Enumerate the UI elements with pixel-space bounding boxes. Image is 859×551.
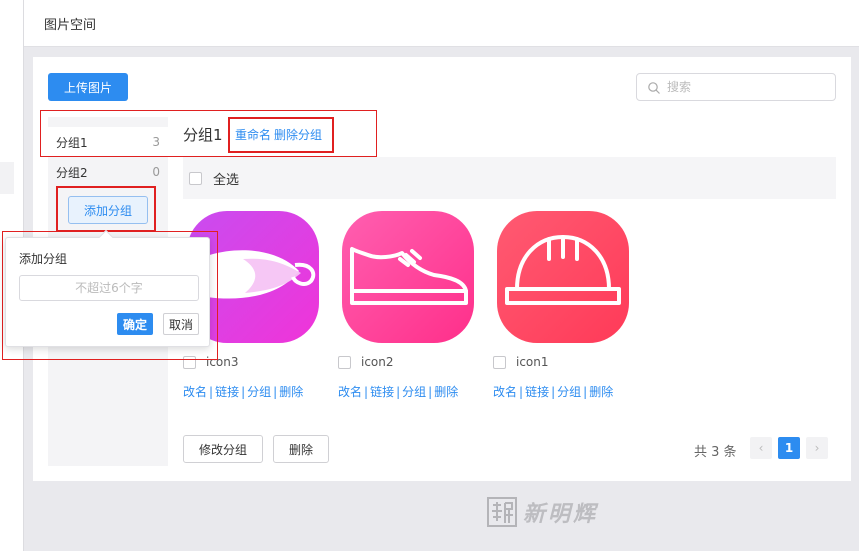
- image-name: icon3: [206, 355, 239, 369]
- hard-hat-icon[interactable]: [493, 207, 633, 347]
- modify-group-button[interactable]: 修改分组: [183, 435, 263, 463]
- search-input[interactable]: [667, 78, 827, 96]
- group-name: 分组1: [56, 135, 88, 150]
- delete-image-link[interactable]: 删除: [279, 385, 303, 399]
- image-name: icon1: [516, 355, 549, 369]
- delete-image-link[interactable]: 删除: [589, 385, 613, 399]
- image-checkbox[interactable]: [338, 355, 351, 369]
- current-group-title: 分组1: [183, 126, 223, 144]
- seal-icon: [487, 497, 517, 527]
- group-count: 0: [152, 165, 160, 179]
- copy-link-link[interactable]: 链接: [215, 385, 239, 399]
- rename-group-link[interactable]: 重命名: [235, 126, 271, 143]
- group-name: 分组2: [56, 165, 88, 180]
- rename-image-link[interactable]: 改名: [183, 385, 207, 399]
- tile-name-row: icon3: [183, 355, 239, 369]
- tile-actions: 改名 | 链接 | 分组 | 删除: [493, 385, 614, 399]
- image-tile: icon2 改名 | 链接 | 分组 | 删除: [338, 207, 478, 399]
- rename-image-link[interactable]: 改名: [493, 385, 517, 399]
- image-checkbox[interactable]: [183, 355, 196, 369]
- image-name: icon2: [361, 355, 394, 369]
- copy-link-link[interactable]: 链接: [525, 385, 549, 399]
- move-group-link[interactable]: 分组: [247, 385, 271, 399]
- prev-page-button[interactable]: ‹: [750, 437, 772, 459]
- image-tile: icon1 改名 | 链接 | 分组 | 删除: [493, 207, 633, 399]
- page-number-button[interactable]: 1: [778, 437, 800, 459]
- image-checkbox[interactable]: [493, 355, 506, 369]
- delete-button[interactable]: 删除: [273, 435, 329, 463]
- group-item[interactable]: 分组2 0: [48, 157, 168, 187]
- upload-image-button[interactable]: 上传图片: [48, 73, 128, 101]
- tile-name-row: icon1: [493, 355, 549, 369]
- select-all-bar: 全选: [183, 157, 836, 199]
- tile-actions: 改名 | 链接 | 分组 | 删除: [183, 385, 304, 399]
- page-title: 图片空间: [44, 18, 97, 33]
- group-name-input[interactable]: [19, 275, 199, 301]
- move-group-link[interactable]: 分组: [402, 385, 426, 399]
- select-all-checkbox[interactable]: [189, 171, 202, 185]
- confirm-button[interactable]: 确定: [117, 313, 153, 335]
- popover-title: 添加分组: [19, 252, 68, 266]
- delete-image-link[interactable]: 删除: [434, 385, 458, 399]
- top-bar: 图片空间: [24, 0, 859, 47]
- shoe-icon[interactable]: [338, 207, 478, 347]
- total-count: 共 3 条: [694, 445, 737, 460]
- watermark: 新明辉: [487, 496, 598, 528]
- delete-group-link[interactable]: 删除分组: [274, 126, 322, 143]
- next-page-button[interactable]: ›: [806, 437, 828, 459]
- group-count: 3: [152, 135, 160, 149]
- left-nav-highlight: [0, 162, 14, 194]
- add-group-popover: 添加分组 确定 取消: [5, 229, 210, 347]
- tile-name-row: icon2: [338, 355, 394, 369]
- group-item[interactable]: 分组1 3: [48, 127, 168, 157]
- move-group-link[interactable]: 分组: [557, 385, 581, 399]
- copy-link-link[interactable]: 链接: [370, 385, 394, 399]
- search-box[interactable]: [636, 73, 836, 101]
- search-icon: [648, 82, 660, 94]
- watermark-text: 新明辉: [523, 501, 599, 527]
- cancel-button[interactable]: 取消: [163, 313, 199, 335]
- tile-actions: 改名 | 链接 | 分组 | 删除: [338, 385, 459, 399]
- rename-image-link[interactable]: 改名: [338, 385, 362, 399]
- add-group-button[interactable]: 添加分组: [68, 196, 148, 224]
- select-all-label: 全选: [213, 172, 240, 188]
